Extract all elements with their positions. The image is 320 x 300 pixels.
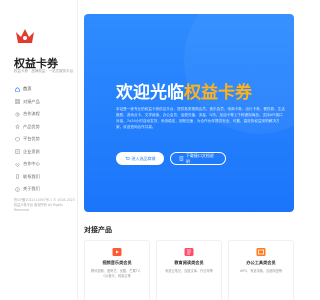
product-card-education[interactable]: 教育阅读类会员 有道云笔记、百度文库、作业帮等 — [156, 240, 222, 300]
sidebar-item-label: 平台优势 — [23, 136, 40, 141]
video-icon — [112, 248, 122, 256]
product-card-video[interactable]: 视频音乐类会员 腾讯视频、爱奇艺、优酷、芒果TV、QQ音乐、网易云等 — [84, 240, 150, 300]
handshake-icon — [14, 161, 20, 167]
sidebar-item-contact[interactable]: 联系我们 — [14, 172, 74, 182]
sidebar-item-qualification[interactable]: 企业资质 — [14, 147, 74, 157]
home-icon — [14, 86, 20, 92]
brand-slogan: 权益卡券 · 品牌权益 · 一站式服务平台 — [14, 69, 74, 73]
hero-title: 欢迎光临权益卡券 — [116, 78, 252, 103]
book-icon — [184, 248, 194, 256]
sidebar-item-process[interactable]: 合作流程 — [14, 109, 74, 119]
products-list: 视频音乐类会员 腾讯视频、爱奇艺、优酷、芒果TV、QQ音乐、网易云等 教育阅读类… — [84, 240, 294, 300]
product-card-office[interactable]: 办公工具类会员 WPS、有道词典、百度网盘等 — [228, 240, 294, 300]
sidebar-item-label: 对接产品 — [23, 98, 40, 104]
sidebar-item-products[interactable]: 对接产品 — [14, 97, 74, 107]
product-card-desc: WPS、有道词典、百度网盘等 — [239, 269, 283, 273]
hero-banner: 欢迎光临权益卡券 本站是一家专业的权益卡券供应平台，提供各类视频会员、音乐会员、… — [84, 14, 294, 212]
products-section-title: 对接产品 — [84, 226, 112, 234]
product-card-title: 视频音乐类会员 — [102, 260, 132, 265]
sidebar-item-product-advantage[interactable]: 产品优势 — [14, 122, 74, 132]
sidebar-item-platform-advantage[interactable]: 平台优势 — [14, 134, 74, 144]
shield-icon — [14, 136, 20, 142]
sidebar-item-label: 联系我们 — [23, 173, 40, 179]
footer-copyright: 鲁ICP备2022114597号-1 © 2018-2023 权益卡券平台 版权… — [14, 198, 75, 212]
sidebar-item-label: 合作流程 — [23, 111, 40, 116]
product-card-desc: 腾讯视频、爱奇艺、优酷、芒果TV、QQ音乐、网易云等 — [91, 269, 143, 278]
sidebar-item-label: 首页 — [23, 86, 32, 91]
product-card-desc: 有道云笔记、百度文库、作业帮等 — [165, 269, 213, 273]
sidebar-item-label: 企业资质 — [23, 148, 40, 154]
product-card-title: 办公工具类会员 — [246, 260, 276, 265]
document-icon — [179, 156, 184, 161]
sidebar-item-about[interactable]: 关于我们 — [14, 184, 74, 194]
sidebar-item-home[interactable]: 首页 — [14, 84, 74, 94]
sidebar-item-cooperation[interactable]: 合作中心 — [14, 159, 74, 169]
sidebar-item-label: 关于我们 — [23, 186, 40, 191]
info-icon — [14, 186, 20, 192]
star-icon — [14, 124, 20, 130]
grid-icon — [14, 99, 20, 105]
sidebar-item-label: 产品优势 — [23, 123, 40, 129]
sidebar: 权益卡券 权益卡券 · 品牌权益 · 一站式服务平台 首页 对接产品 合作流程 … — [0, 0, 78, 300]
product-card-title: 教育阅读类会员 — [174, 260, 204, 265]
enter-mall-label: 进入选品商城 — [131, 155, 156, 161]
flow-icon — [14, 111, 20, 117]
sidebar-item-label: 合作中心 — [23, 161, 40, 166]
office-icon — [256, 248, 266, 256]
cart-icon — [125, 156, 130, 160]
sidebar-nav: 首页 对接产品 合作流程 产品优势 平台优势 企业资质 合作中心 联系我们 关于… — [14, 84, 74, 197]
download-docs-label: 下载接口文档说明 — [185, 152, 214, 164]
download-docs-button[interactable]: 下载接口文档说明 — [170, 152, 226, 165]
hero-description: 本站是一家专业的权益卡券供应平台，提供各类视频会员、音乐会员、电商卡券、出行卡券… — [116, 107, 285, 129]
crown-logo-icon[interactable] — [14, 26, 36, 46]
phone-icon — [14, 174, 20, 180]
enter-mall-button[interactable]: 进入选品商城 — [116, 152, 164, 165]
certificate-icon — [14, 149, 20, 155]
hero-title-main: 欢迎光临 — [116, 83, 184, 103]
hero-title-accent: 权益卡券 — [184, 83, 252, 103]
